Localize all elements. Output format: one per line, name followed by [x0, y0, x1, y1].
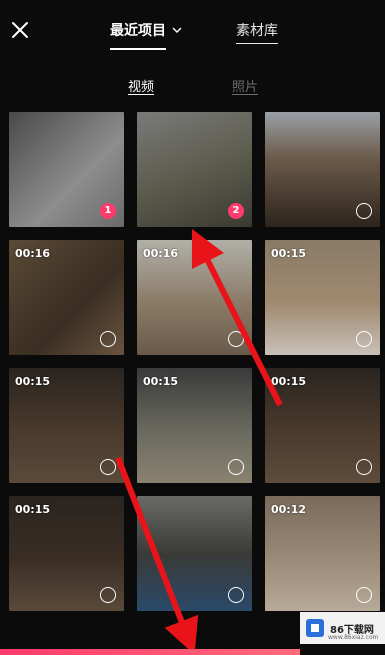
site-watermark: 86下载网 www.86xiaz.com — [300, 612, 385, 644]
tab-recent-projects[interactable]: 最近项目 — [110, 20, 182, 50]
video-duration: 00:16 — [15, 247, 51, 260]
video-duration: 00:16 — [143, 247, 179, 260]
media-thumbnail[interactable]: 00:12 — [265, 496, 380, 611]
bottom-progress-bar — [0, 649, 300, 655]
video-duration: 00:12 — [271, 503, 307, 516]
video-duration: 00:15 — [15, 375, 51, 388]
selection-circle-icon[interactable] — [356, 331, 372, 347]
watermark-url: www.86xiaz.com — [328, 634, 379, 641]
selection-number-badge[interactable]: 2 — [228, 203, 244, 219]
media-thumbnail[interactable]: 00:15 — [137, 368, 252, 483]
chevron-down-icon — [172, 27, 182, 33]
selection-circle-icon[interactable] — [228, 331, 244, 347]
media-thumbnail[interactable] — [265, 112, 380, 227]
selection-number-badge[interactable]: 1 — [100, 203, 116, 219]
video-duration: 00:15 — [15, 503, 51, 516]
video-duration: 00:15 — [143, 375, 179, 388]
selection-circle-icon[interactable] — [100, 459, 116, 475]
top-bar: 最近项目 素材库 — [0, 0, 385, 64]
selection-circle-icon[interactable] — [228, 587, 244, 603]
selection-circle-icon[interactable] — [356, 203, 372, 219]
media-thumbnail[interactable]: 00:15 — [265, 240, 380, 355]
tab-library-label: 素材库 — [236, 23, 278, 39]
media-thumbnail[interactable]: 2 — [137, 112, 252, 227]
subtab-video[interactable]: 视频 — [128, 76, 154, 95]
selection-circle-icon[interactable] — [100, 587, 116, 603]
media-thumbnail[interactable] — [137, 496, 252, 611]
media-thumbnail[interactable]: 00:15 — [9, 368, 124, 483]
selection-circle-icon[interactable] — [100, 331, 116, 347]
video-duration: 00:15 — [271, 375, 307, 388]
watermark-logo-icon — [306, 619, 324, 637]
selection-circle-icon[interactable] — [356, 459, 372, 475]
video-duration: 00:15 — [271, 247, 307, 260]
selection-circle-icon[interactable] — [356, 587, 372, 603]
tab-material-library[interactable]: 素材库 — [236, 20, 278, 44]
media-thumbnail[interactable]: 00:15 — [265, 368, 380, 483]
media-thumbnail[interactable]: 00:15 — [9, 496, 124, 611]
media-thumbnail[interactable]: 00:16 — [137, 240, 252, 355]
selection-circle-icon[interactable] — [228, 459, 244, 475]
tab-recent-label: 最近项目 — [110, 23, 166, 39]
subtab-photo[interactable]: 照片 — [232, 76, 258, 95]
media-thumbnail[interactable]: 00:16 — [9, 240, 124, 355]
close-icon[interactable] — [8, 18, 32, 42]
media-thumbnail[interactable]: 1 — [9, 112, 124, 227]
